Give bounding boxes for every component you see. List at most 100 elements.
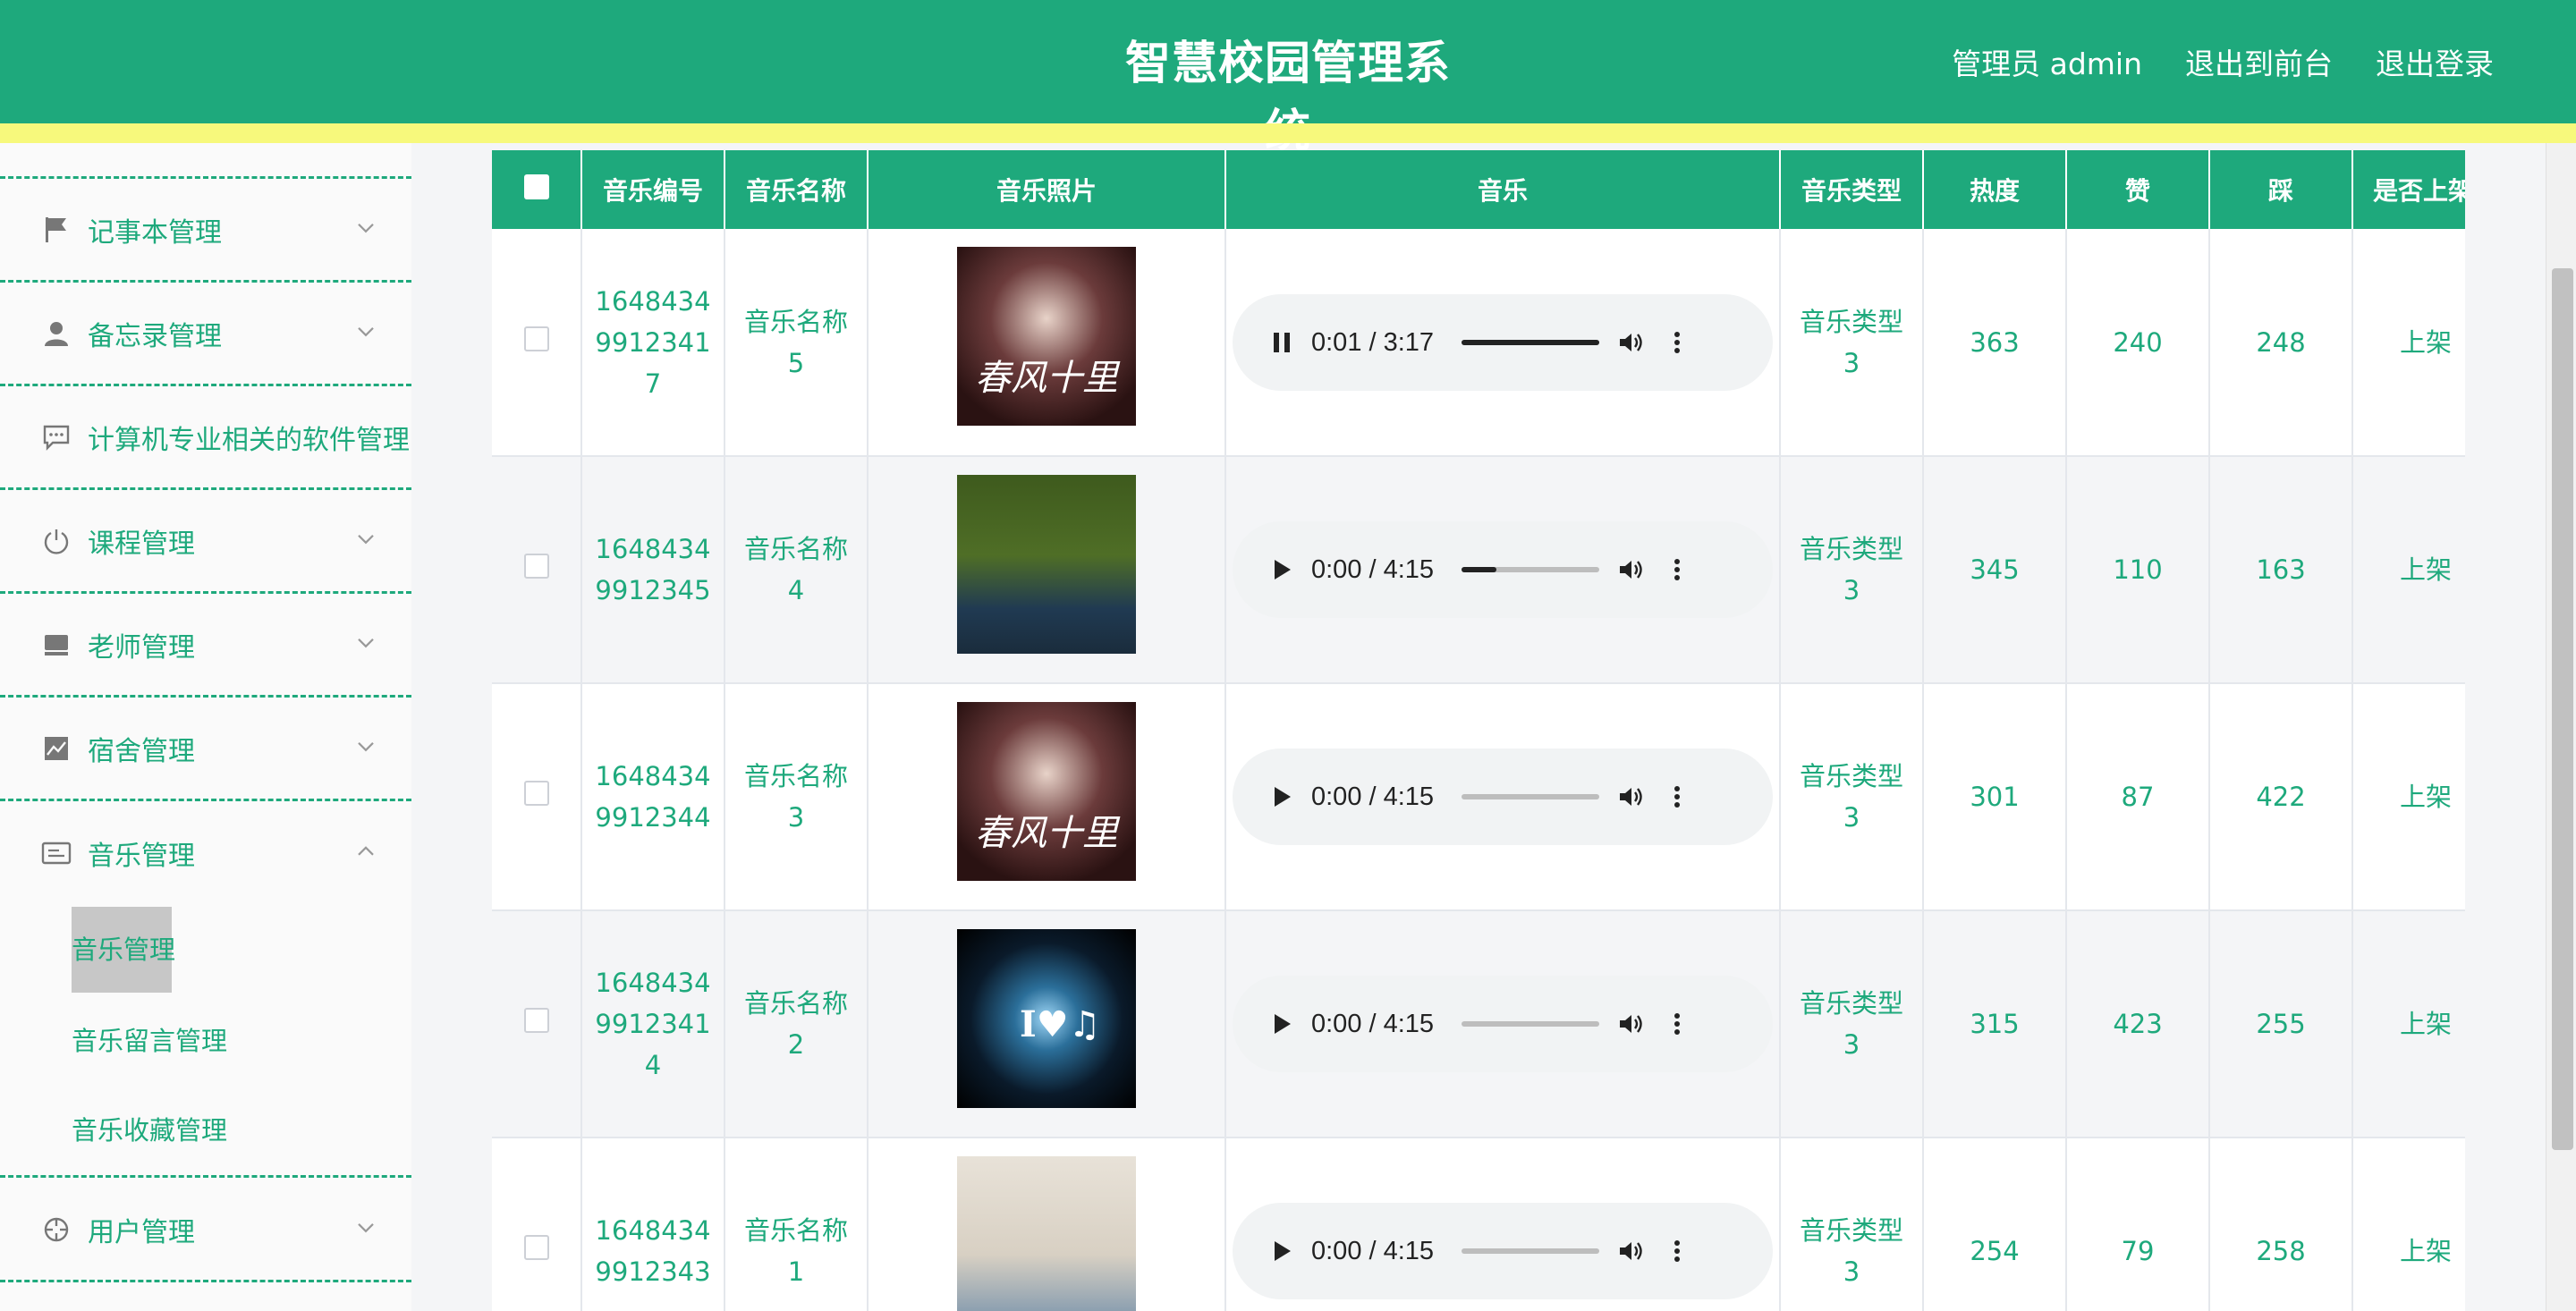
music-type-line2: 3 (1843, 1256, 1860, 1287)
status-cell: 上架 (2352, 456, 2465, 684)
play-icon[interactable] (1268, 556, 1295, 583)
column-header[interactable]: 赞 (2066, 150, 2210, 229)
status-cell: 上架 (2352, 1138, 2465, 1311)
audio-player[interactable]: 0:00 / 4:15 (1233, 521, 1773, 618)
music-type-cell: 音乐类型 3 (1780, 1138, 1924, 1311)
volume-icon[interactable] (1615, 327, 1646, 358)
more-options-icon[interactable] (1662, 554, 1692, 585)
music-type-line2: 3 (1843, 575, 1860, 605)
play-icon[interactable] (1268, 1238, 1295, 1264)
logout-link[interactable]: 退出登录 (2376, 38, 2494, 91)
status-cell: 上架 (2352, 229, 2465, 457)
status-label: 上架 (2400, 1009, 2453, 1039)
sidebar-item-music[interactable]: 音乐管理 (0, 801, 411, 905)
page-scrollbar[interactable] (2546, 143, 2576, 1311)
volume-icon[interactable] (1615, 1009, 1646, 1039)
sidebar-item-partial[interactable] (0, 143, 411, 179)
status-label: 上架 (2400, 782, 2453, 812)
row-checkbox[interactable] (523, 326, 549, 351)
sidebar-item-notebook[interactable]: 记事本管理 (0, 179, 411, 283)
column-header[interactable]: 音乐照片 (868, 150, 1226, 229)
audio-time: 0:00 / 4:15 (1311, 1237, 1435, 1265)
user-icon (41, 318, 72, 349)
select-all-header[interactable] (492, 150, 582, 229)
audio-time: 0:01 / 3:17 (1311, 327, 1435, 357)
row-checkbox[interactable] (523, 554, 549, 579)
sidebar-item-course[interactable]: 课程管理 (0, 490, 411, 594)
dislikes-cell: 248 (2209, 229, 2353, 457)
status-cell: 上架 (2352, 910, 2465, 1138)
music-photo-cell: 春风十里 (868, 229, 1226, 457)
table-row: 1648434 9912343 音乐名称 1 0:00 / 4:15 音乐类型 3 254 79… (492, 1138, 2465, 1311)
music-name-line2: 1 (787, 1256, 805, 1287)
column-header[interactable]: 音乐 (1225, 150, 1781, 229)
select-all-checkbox[interactable] (523, 173, 549, 199)
more-options-icon[interactable] (1662, 1236, 1692, 1266)
submenu-item-music-comment[interactable]: 音乐留言管理 (72, 1021, 227, 1061)
sidebar-item-label: 记事本管理 (88, 216, 222, 249)
row-select-cell[interactable] (492, 683, 582, 911)
music-cover-image: 春风十里 (957, 247, 1136, 426)
sidebar-item-teacher[interactable]: 老师管理 (0, 594, 411, 698)
music-name-line2: 5 (787, 347, 805, 378)
pause-icon[interactable] (1268, 329, 1295, 356)
column-header[interactable]: 音乐类型 (1780, 150, 1924, 229)
sidebar-item-software[interactable]: 计算机专业相关的软件管理 (0, 386, 411, 490)
music-name-line1: 音乐名称 (743, 1215, 848, 1246)
volume-icon[interactable] (1615, 782, 1646, 812)
column-header[interactable]: 是否上架 (2352, 150, 2465, 229)
volume-icon[interactable] (1615, 554, 1646, 585)
row-checkbox[interactable] (523, 781, 549, 806)
sidebar-item-label: 备忘录管理 (88, 320, 222, 352)
more-options-icon[interactable] (1662, 782, 1692, 812)
row-select-cell[interactable] (492, 1138, 582, 1311)
more-options-icon[interactable] (1662, 327, 1692, 358)
music-audio-cell: 0:00 / 4:15 (1225, 1138, 1781, 1311)
top-header: 智慧校园管理系统 管理员 admin 退出到前台 退出登录 (0, 0, 2576, 158)
submenu-item-music[interactable]: 音乐管理 (72, 907, 175, 993)
audio-progress-bar[interactable] (1462, 567, 1599, 572)
row-select-cell[interactable] (492, 910, 582, 1138)
heat-cell: 315 (1923, 910, 2067, 1138)
column-header[interactable]: 音乐编号 (581, 150, 725, 229)
likes-cell: 240 (2066, 229, 2210, 457)
row-checkbox[interactable] (523, 1235, 549, 1260)
submenu-item-music-favorite[interactable]: 音乐收藏管理 (72, 1111, 227, 1150)
audio-progress-bar[interactable] (1462, 339, 1599, 345)
row-select-cell[interactable] (492, 229, 582, 457)
volume-icon[interactable] (1615, 1236, 1646, 1266)
audio-player[interactable]: 0:00 / 4:15 (1233, 749, 1773, 845)
music-photo-cell (868, 1138, 1226, 1311)
sidebar-item-memo[interactable]: 备忘录管理 (0, 283, 411, 386)
row-select-cell[interactable] (492, 456, 582, 684)
sidebar-item-dorm[interactable]: 宿舍管理 (0, 698, 411, 801)
scrollbar-thumb[interactable] (2552, 268, 2573, 1150)
chevron-down-icon (358, 1222, 374, 1232)
audio-progress-bar[interactable] (1462, 1248, 1599, 1254)
likes-cell: 423 (2066, 910, 2210, 1138)
sidebar-item-label: 课程管理 (88, 528, 195, 560)
audio-progress-bar[interactable] (1462, 794, 1599, 799)
audio-progress-bar[interactable] (1462, 1021, 1599, 1027)
dislikes-cell: 422 (2209, 683, 2353, 911)
row-checkbox[interactable] (523, 1008, 549, 1033)
column-header[interactable]: 踩 (2209, 150, 2353, 229)
music-type-cell: 音乐类型 3 (1780, 456, 1924, 684)
column-header[interactable]: 音乐名称 (724, 150, 869, 229)
play-icon[interactable] (1268, 783, 1295, 810)
table-row: 1648434 9912344 音乐名称 3 春风十里 0:00 / 4:15 音乐类型 3 3… (492, 683, 2465, 911)
audio-player[interactable]: 0:01 / 3:17 (1233, 293, 1773, 391)
audio-player[interactable]: 0:00 / 4:15 (1233, 976, 1773, 1072)
play-icon[interactable] (1268, 1011, 1295, 1037)
back-to-front-link[interactable]: 退出到前台 (2185, 38, 2333, 91)
audio-progress-fill (1462, 339, 1599, 345)
cover-art-text: 春风十里 (975, 812, 1118, 854)
more-options-icon[interactable] (1662, 1009, 1692, 1039)
music-audio-cell: 0:01 / 3:17 (1225, 229, 1781, 457)
sidebar-item-label: 音乐管理 (88, 841, 195, 872)
audio-time: 0:00 / 4:15 (1311, 1010, 1435, 1038)
audio-player[interactable]: 0:00 / 4:15 (1233, 1203, 1773, 1299)
column-header[interactable]: 热度 (1923, 150, 2067, 229)
sidebar-item-user[interactable]: 用户管理 (0, 1179, 411, 1282)
heat-cell: 254 (1923, 1138, 2067, 1311)
